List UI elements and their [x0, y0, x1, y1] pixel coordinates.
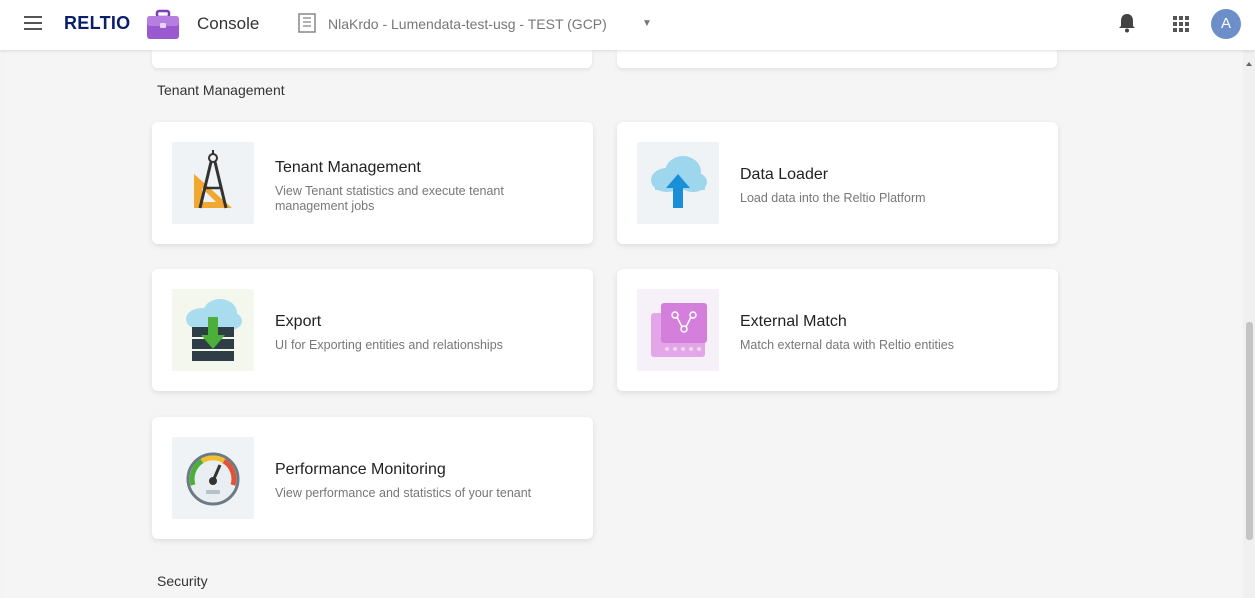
export-card[interactable]: Export UI for Exporting entities and rel… [152, 269, 593, 391]
previous-card-bottom[interactable] [617, 50, 1057, 68]
apps-grid-icon[interactable] [1172, 15, 1190, 33]
console-suitcase-icon [147, 9, 179, 39]
match-grid-icon [637, 289, 719, 371]
server-download-icon [172, 289, 254, 371]
scrollbar-thumb[interactable] [1246, 322, 1253, 540]
card-title: Export [275, 313, 322, 330]
section-title: Tenant Management [157, 82, 285, 98]
scroll-up-icon[interactable] [1246, 62, 1252, 66]
compass-ruler-icon [172, 142, 254, 224]
card-description: Match external data with Reltio entities [740, 338, 954, 352]
data-loader-card[interactable]: Data Loader Load data into the Reltio Pl… [617, 122, 1058, 244]
menu-icon[interactable] [24, 16, 42, 30]
card-description: Load data into the Reltio Platform [740, 191, 926, 205]
app-name: Console [197, 14, 260, 33]
card-title: Data Loader [740, 166, 829, 183]
card-description: View performance and statistics of your … [275, 486, 532, 500]
tenant-management-card[interactable]: Tenant Management View Tenant statistics… [152, 122, 593, 244]
avatar[interactable]: A [1211, 9, 1241, 39]
vertical-scrollbar[interactable] [1243, 50, 1255, 598]
card-title: Tenant Management [275, 159, 421, 176]
card-description: View Tenant statistics and execute tenan… [275, 184, 504, 213]
performance-monitoring-card[interactable]: Performance Monitoring View performance … [152, 417, 593, 539]
chevron-down-icon[interactable]: ▼ [642, 18, 652, 29]
external-match-card[interactable]: External Match Match external data with … [617, 269, 1058, 391]
card-description: UI for Exporting entities and relationsh… [275, 338, 503, 352]
main-content: Tenant Management Tenant Management View… [6, 50, 1243, 598]
brand-logo[interactable]: RELTIO [64, 13, 130, 34]
card-title: External Match [740, 313, 847, 330]
tenant-selector-label[interactable]: NlaKrdo - Lumendata-test-usg - TEST (GCP… [328, 16, 607, 32]
top-app-bar: RELTIO Console NlaKrdo - Lumendata-test-… [0, 0, 1255, 50]
section-title: Security [157, 573, 208, 589]
cloud-upload-icon [637, 142, 719, 224]
notification-bell-icon[interactable] [1118, 13, 1136, 33]
previous-card-bottom[interactable] [152, 50, 592, 68]
speedometer-icon [172, 437, 254, 519]
card-title: Performance Monitoring [275, 461, 446, 478]
tenant-building-icon [298, 13, 316, 33]
